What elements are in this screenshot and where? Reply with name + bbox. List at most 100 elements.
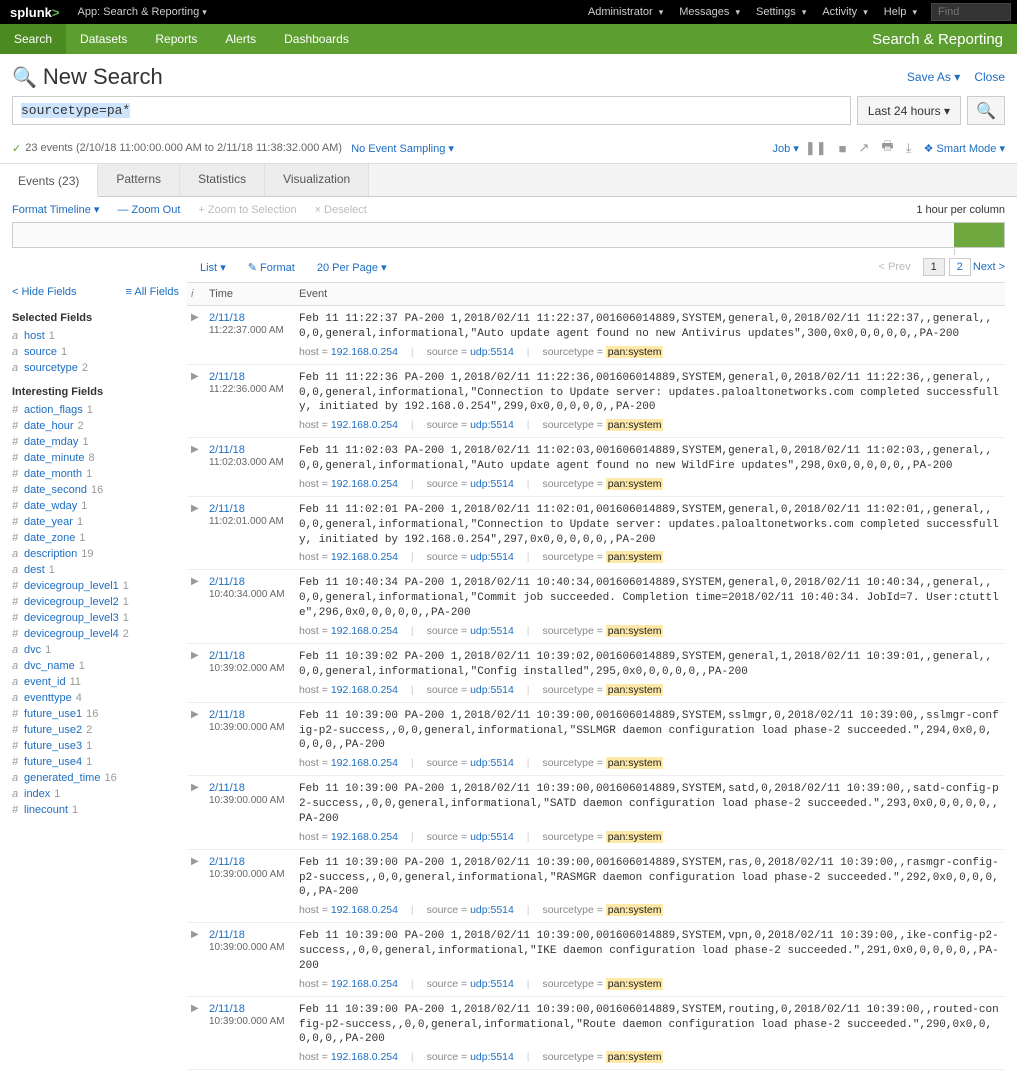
event-sampling-menu[interactable]: No Event Sampling ▾ [351, 142, 454, 155]
meta-host[interactable]: 192.168.0.254 [331, 757, 398, 769]
search-button[interactable]: 🔍 [967, 96, 1005, 125]
pause-icon[interactable]: ❚❚ [805, 140, 827, 156]
expand-icon[interactable]: ▶ [187, 1001, 205, 1066]
event-raw[interactable]: Feb 11 10:39:00 PA-200 1,2018/02/11 10:3… [299, 856, 1001, 901]
field-generated_time[interactable]: agenerated_time16 [12, 770, 179, 786]
meta-source[interactable]: udp:5514 [470, 978, 514, 990]
zoom-out-button[interactable]: — Zoom Out [117, 204, 180, 216]
share-icon[interactable]: ↗ [859, 140, 870, 156]
timeline-chart[interactable] [12, 222, 1005, 248]
event-time[interactable]: 2/11/1810:39:00.000 AM [205, 1001, 295, 1066]
expand-icon[interactable]: ▶ [187, 780, 205, 845]
meta-source[interactable]: udp:5514 [470, 684, 514, 696]
topmenu-administrator[interactable]: Administrator ▾ [580, 6, 671, 18]
meta-host[interactable]: 192.168.0.254 [331, 831, 398, 843]
event-time[interactable]: 2/11/1811:02:01.000 AM [205, 501, 295, 566]
event-time[interactable]: 2/11/1810:39:00.000 AM [205, 780, 295, 845]
meta-source[interactable]: udp:5514 [470, 346, 514, 358]
next-page[interactable]: Next > [973, 261, 1005, 273]
meta-source[interactable]: udp:5514 [470, 551, 514, 563]
meta-host[interactable]: 192.168.0.254 [331, 625, 398, 637]
app-switcher[interactable]: App: Search & Reporting▾ [70, 6, 215, 18]
meta-host[interactable]: 192.168.0.254 [331, 551, 398, 563]
event-raw[interactable]: Feb 11 11:22:36 PA-200 1,2018/02/11 11:2… [299, 371, 1001, 416]
per-page-menu[interactable]: 20 Per Page ▾ [317, 261, 387, 274]
list-mode-menu[interactable]: List ▾ [200, 261, 226, 274]
field-action_flags[interactable]: #action_flags1 [12, 402, 179, 418]
field-date_month[interactable]: #date_month1 [12, 466, 179, 482]
nav-search[interactable]: Search [0, 24, 66, 54]
page-1[interactable]: 1 [923, 258, 945, 276]
all-fields-link[interactable]: ≡ All Fields [126, 286, 180, 298]
field-dvc_name[interactable]: advc_name1 [12, 658, 179, 674]
meta-sourcetype[interactable]: pan:system [606, 978, 664, 990]
event-raw[interactable]: Feb 11 10:39:02 PA-200 1,2018/02/11 10:3… [299, 650, 1001, 680]
meta-source[interactable]: udp:5514 [470, 831, 514, 843]
meta-source[interactable]: udp:5514 [470, 904, 514, 916]
expand-icon[interactable]: ▶ [187, 854, 205, 919]
expand-icon[interactable]: ▶ [187, 501, 205, 566]
search-mode-menu[interactable]: ❖ Smart Mode ▾ [924, 142, 1005, 155]
time-range-picker[interactable]: Last 24 hours ▾ [857, 96, 961, 125]
expand-icon[interactable]: ▶ [187, 707, 205, 772]
event-raw[interactable]: Feb 11 10:39:00 PA-200 1,2018/02/11 10:3… [299, 709, 1001, 754]
event-time[interactable]: 2/11/1811:22:37.000 AM [205, 310, 295, 360]
event-time[interactable]: 2/11/1810:39:00.000 AM [205, 927, 295, 992]
field-date_minute[interactable]: #date_minute8 [12, 450, 179, 466]
meta-host[interactable]: 192.168.0.254 [331, 419, 398, 431]
event-time[interactable]: 2/11/1810:39:00.000 AM [205, 854, 295, 919]
meta-host[interactable]: 192.168.0.254 [331, 904, 398, 916]
expand-icon[interactable]: ▶ [187, 648, 205, 698]
field-source[interactable]: asource1 [12, 344, 179, 360]
brand-logo[interactable]: splunk> [0, 5, 70, 20]
field-future_use3[interactable]: #future_use31 [12, 738, 179, 754]
meta-sourcetype[interactable]: pan:system [606, 904, 664, 916]
field-date_second[interactable]: #date_second16 [12, 482, 179, 498]
meta-sourcetype[interactable]: pan:system [606, 478, 664, 490]
field-host[interactable]: ahost1 [12, 328, 179, 344]
field-description[interactable]: adescription19 [12, 546, 179, 562]
meta-sourcetype[interactable]: pan:system [606, 419, 664, 431]
meta-sourcetype[interactable]: pan:system [606, 831, 664, 843]
results-tab-patterns[interactable]: Patterns [98, 164, 180, 196]
event-raw[interactable]: Feb 11 11:02:03 PA-200 1,2018/02/11 11:0… [299, 444, 1001, 474]
meta-sourcetype[interactable]: pan:system [606, 684, 664, 696]
meta-source[interactable]: udp:5514 [470, 757, 514, 769]
find-input[interactable] [931, 3, 1011, 21]
event-raw[interactable]: Feb 11 11:22:37 PA-200 1,2018/02/11 11:2… [299, 312, 1001, 342]
col-event[interactable]: Event [295, 283, 1005, 305]
meta-sourcetype[interactable]: pan:system [606, 625, 664, 637]
stop-icon[interactable]: ■ [839, 141, 847, 156]
field-dest[interactable]: adest1 [12, 562, 179, 578]
timeline-bar[interactable] [954, 223, 1004, 247]
meta-host[interactable]: 192.168.0.254 [331, 346, 398, 358]
event-time[interactable]: 2/11/1810:39:02.000 AM [205, 648, 295, 698]
nav-alerts[interactable]: Alerts [211, 24, 270, 54]
meta-sourcetype[interactable]: pan:system [606, 346, 664, 358]
field-event_id[interactable]: aevent_id11 [12, 674, 179, 690]
event-raw[interactable]: Feb 11 10:39:00 PA-200 1,2018/02/11 10:3… [299, 1003, 1001, 1048]
event-raw[interactable]: Feb 11 11:02:01 PA-200 1,2018/02/11 11:0… [299, 503, 1001, 548]
field-eventtype[interactable]: aeventtype4 [12, 690, 179, 706]
field-sourcetype[interactable]: asourcetype2 [12, 360, 179, 376]
expand-icon[interactable]: ▶ [187, 442, 205, 492]
meta-source[interactable]: udp:5514 [470, 419, 514, 431]
meta-sourcetype[interactable]: pan:system [606, 1051, 664, 1063]
nav-datasets[interactable]: Datasets [66, 24, 141, 54]
field-future_use2[interactable]: #future_use22 [12, 722, 179, 738]
nav-dashboards[interactable]: Dashboards [270, 24, 363, 54]
field-devicegroup_level3[interactable]: #devicegroup_level31 [12, 610, 179, 626]
field-devicegroup_level1[interactable]: #devicegroup_level11 [12, 578, 179, 594]
expand-icon[interactable]: ▶ [187, 310, 205, 360]
topmenu-activity[interactable]: Activity ▾ [814, 6, 875, 18]
meta-host[interactable]: 192.168.0.254 [331, 1051, 398, 1063]
field-future_use1[interactable]: #future_use116 [12, 706, 179, 722]
meta-source[interactable]: udp:5514 [470, 1051, 514, 1063]
meta-source[interactable]: udp:5514 [470, 478, 514, 490]
event-time[interactable]: 2/11/1811:22:36.000 AM [205, 369, 295, 434]
event-raw[interactable]: Feb 11 10:39:00 PA-200 1,2018/02/11 10:3… [299, 929, 1001, 974]
results-tab-events[interactable]: Events (23) [0, 164, 98, 197]
job-menu[interactable]: Job ▾ [773, 142, 799, 155]
meta-host[interactable]: 192.168.0.254 [331, 978, 398, 990]
page-2[interactable]: 2 [949, 258, 971, 276]
